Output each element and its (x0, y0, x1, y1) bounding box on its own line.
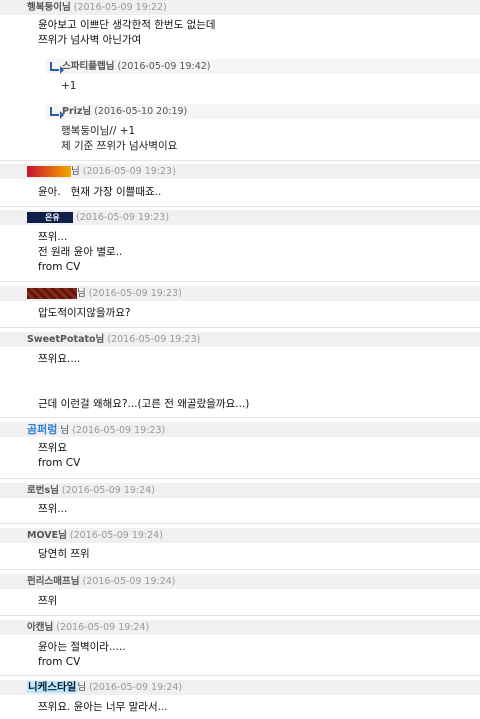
divider (0, 478, 480, 479)
author-suffix: 님 (60, 425, 70, 436)
comment-body: 쯔위... 전 원래 윤아 별로.. from CV (38, 230, 122, 275)
timestamp: (2016-05-09 19:23) (82, 166, 176, 177)
author-name[interactable]: 니케스타일 (27, 681, 78, 693)
reply-arrow-icon (50, 62, 64, 74)
divider (0, 675, 480, 676)
timestamp: (2016-05-09 19:42) (117, 61, 211, 72)
author-name[interactable]: 펀리스매프님 (27, 576, 79, 587)
comment-line: 쯔위요.... (38, 353, 81, 365)
comment-line: from CV (38, 261, 81, 273)
comment-line: 행복둥이님// +1 (61, 125, 136, 137)
comment-header: 님 (2016-05-09 19:23) (0, 286, 480, 301)
author-name[interactable]: Priz님 (62, 106, 91, 117)
divider (0, 160, 480, 161)
divider (0, 615, 480, 616)
comment-body: 쯔위요.... (38, 352, 80, 382)
reply-arrow-icon (50, 107, 64, 119)
comment-header: 님 (2016-05-09 19:23) (0, 164, 480, 179)
author-suffix: 님 (77, 288, 86, 299)
comment-body: 윤아보고 이쁘단 생각한적 한번도 없는데 쯔위가 넘사벽 아닌가여 (38, 18, 216, 48)
divider (0, 417, 480, 418)
author-suffix: 님 (77, 682, 87, 693)
comment-body: 쯔위요. 윤아는 너무 말라서... (38, 701, 168, 713)
timestamp: (2016-05-09 19:24) (89, 682, 183, 693)
timestamp: (2016-05-09 19:23) (107, 334, 201, 345)
author-name[interactable]: 행복둥이님 (27, 2, 71, 13)
comment-header: 로번s님 (2016-05-09 19:24) (0, 483, 480, 498)
comment-line: 쯔위... (38, 231, 68, 243)
comment-line: 윤아는 절벽이라..... (38, 641, 126, 653)
comment-body: 쯔위 (38, 595, 58, 607)
comment-body: 쯔위... (38, 503, 68, 515)
timestamp: (2016-05-09 19:23) (88, 288, 182, 299)
comment-body: 압도적이지않을까요? (38, 307, 131, 319)
reply-body: 행복둥이님// +1 제 기준 쯔위가 넘사벽이요 (61, 124, 177, 154)
reply-body: +1 (61, 80, 77, 92)
comment-line: 전 원래 윤아 별로.. (38, 246, 123, 258)
divider (0, 206, 480, 207)
comment-header: 곰퍼렁 님 (2016-05-09 19:23) (0, 422, 480, 437)
nickname-image[interactable] (27, 288, 77, 299)
divider (0, 569, 480, 570)
comment-body: 윤아. 현재 가장 이쁠때죠.. (38, 186, 162, 198)
comment-header: 아캔님 (2016-05-09 19:24) (0, 620, 480, 635)
author-name[interactable]: SweetPotato님 (27, 334, 104, 345)
nickname-text: 은유 (45, 213, 60, 222)
author-name[interactable]: 로번s님 (27, 485, 59, 496)
timestamp: (2016-05-10 20:19) (94, 106, 188, 117)
timestamp: (2016-05-09 19:24) (61, 485, 155, 496)
reply-header: Priz님 (2016-05-10 20:19) (46, 104, 480, 119)
timestamp: (2016-05-09 19:22) (73, 2, 167, 13)
author-name[interactable]: MOVE님 (27, 530, 67, 541)
author-name[interactable]: 스파티플렙님 (62, 61, 114, 72)
comment-line: 쯔위가 넘사벽 아닌가여 (38, 34, 142, 46)
comment-line: 쯔위요 (38, 442, 67, 454)
comment-header: 니케스타일님 (2016-05-09 19:24) (0, 680, 480, 695)
timestamp: (2016-05-09 19:24) (56, 622, 150, 633)
comment-line: from CV (38, 457, 81, 469)
comment-line: 윤아보고 이쁘단 생각한적 한번도 없는데 (38, 19, 216, 31)
comment-line: from CV (38, 656, 81, 668)
comment-header: 행복둥이님 (2016-05-09 19:22) (0, 0, 480, 15)
comment-body: 윤아는 절벽이라..... from CV (38, 640, 126, 670)
divider (0, 327, 480, 328)
timestamp: (2016-05-09 19:24) (82, 576, 176, 587)
comment-body: 쯔위요 from CV (38, 441, 80, 471)
timestamp: (2016-05-09 19:24) (69, 530, 163, 541)
comment-body: 당연히 쯔위 (38, 548, 90, 560)
author-name[interactable]: 아캔님 (27, 622, 53, 633)
nickname-image[interactable]: 은유 (27, 212, 73, 223)
comment-header: MOVE님 (2016-05-09 19:24) (0, 528, 480, 543)
comment-header: 펀리스매프님 (2016-05-09 19:24) (0, 574, 480, 589)
reply-header: 스파티플렙님 (2016-05-09 19:42) (46, 59, 480, 74)
comment-header: 은유 (2016-05-09 19:23) (0, 210, 480, 225)
nickname-image[interactable] (27, 166, 71, 177)
divider (0, 281, 480, 282)
timestamp: (2016-05-09 19:23) (76, 212, 170, 223)
divider (0, 523, 480, 524)
comment-line: 제 기준 쯔위가 넘사벽이요 (61, 140, 178, 152)
comment-body: 근데 이런걸 왜해요?...(고른 전 왜골랐을까요...) (38, 398, 250, 410)
author-suffix: 님 (71, 166, 80, 177)
comment-header: SweetPotato님 (2016-05-09 19:23) (0, 332, 480, 347)
timestamp: (2016-05-09 19:23) (72, 425, 166, 436)
author-name[interactable]: 곰퍼렁 (27, 423, 57, 436)
